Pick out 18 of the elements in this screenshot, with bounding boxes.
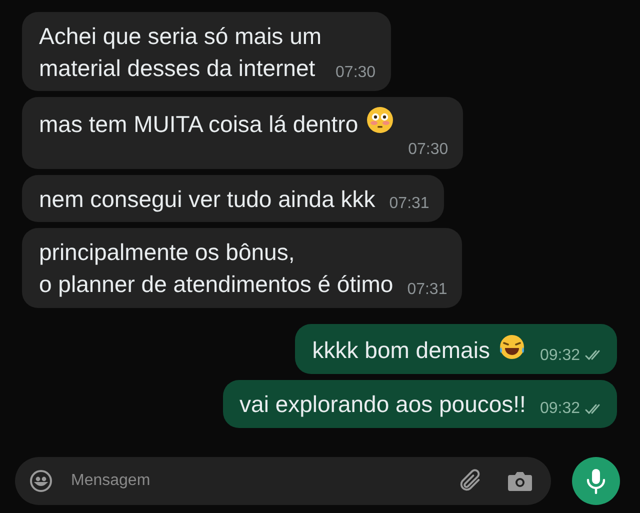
message-time: 07:30 bbox=[408, 140, 448, 160]
message-text: vai explorando aos poucos!! bbox=[240, 390, 526, 419]
message-time: 07:31 bbox=[389, 194, 430, 214]
message-text: principalmente os bônus, o planner de atendimentos é ótimo bbox=[39, 238, 394, 300]
message-time: 07:31 bbox=[407, 280, 448, 299]
camera-icon[interactable] bbox=[507, 469, 533, 493]
message-time: 09:32 bbox=[540, 399, 580, 419]
message-input[interactable]: Mensagem bbox=[69, 468, 441, 494]
message-text: kkkk bom demais bbox=[312, 336, 490, 366]
message-field[interactable]: Mensagem bbox=[15, 457, 551, 505]
message-time: 07:30 bbox=[336, 63, 376, 82]
message-text: Achei que seria só mais um material desses da internet bbox=[39, 22, 322, 83]
message-text: mas tem MUITA coisa lá dentro bbox=[39, 110, 358, 139]
microphone-button[interactable] bbox=[572, 457, 620, 505]
message-time: 09:32 bbox=[540, 346, 580, 365]
message-text: nem consegui ver tudo ainda kkk bbox=[39, 184, 376, 214]
microphone-icon bbox=[585, 468, 607, 494]
emoji-icon[interactable] bbox=[29, 469, 53, 493]
